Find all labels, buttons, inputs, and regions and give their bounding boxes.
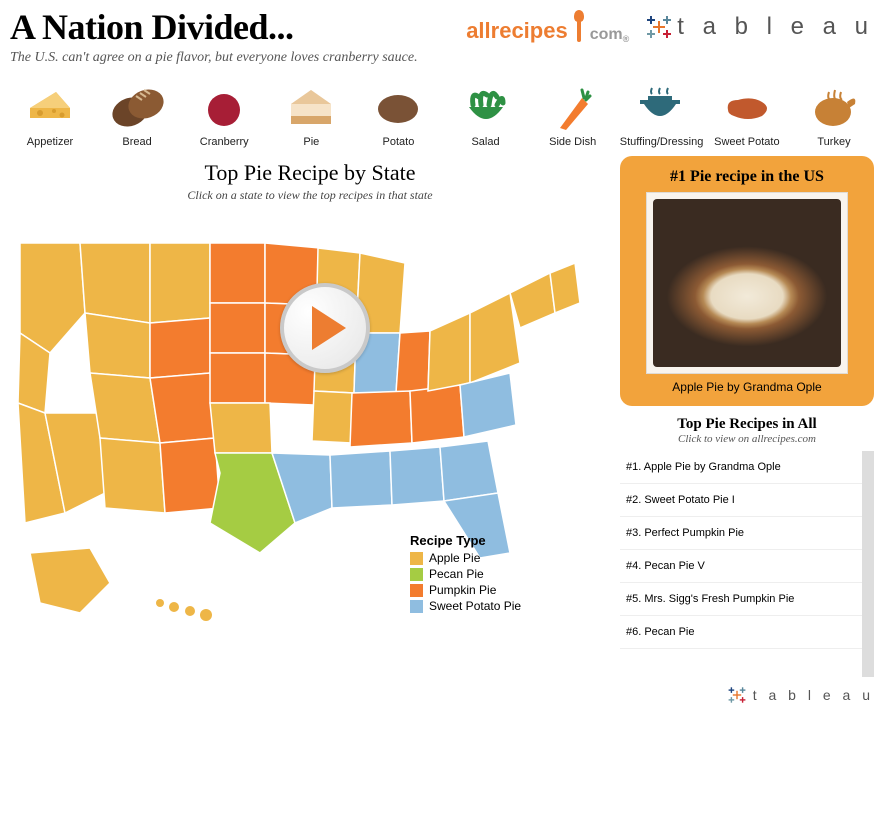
tableau-cross-icon [728,687,745,704]
turkey-icon [809,86,859,130]
category-stuffing[interactable]: Stuffing/Dressing [620,84,700,148]
category-side-dish[interactable]: Side Dish [533,84,613,148]
legend-item[interactable]: Pecan Pie [410,567,521,581]
legend-item[interactable]: Apple Pie [410,551,521,565]
category-appetizer[interactable]: Appetizer [10,84,90,148]
legend-item[interactable]: Sweet Potato Pie [410,599,521,613]
pie-icon [287,86,335,130]
tableau-logo: t a b l e a u [647,13,874,41]
play-button[interactable] [280,283,370,373]
legend-item[interactable]: Pumpkin Pie [410,583,521,597]
recipe-image[interactable] [646,192,848,374]
top-recipe-card: #1 Pie recipe in the US Apple Pie by Gra… [620,156,874,406]
spoon-icon [570,10,588,44]
list-title: Top Pie Recipes in All [620,416,874,433]
recipe-list[interactable]: #1. Apple Pie by Grandma Ople #2. Sweet … [620,451,874,677]
category-salad[interactable]: Salad [446,84,526,148]
list-item[interactable]: #3. Perfect Pumpkin Pie [620,517,862,550]
category-cranberry[interactable]: Cranberry [184,84,264,148]
category-pie[interactable]: Pie [271,84,351,148]
tableau-footer-logo[interactable]: t a b l e a u [0,681,884,709]
category-potato[interactable]: Potato [358,84,438,148]
sweet-potato-icon [722,92,772,124]
category-sweet-potato[interactable]: Sweet Potato [707,84,787,148]
list-subtitle: Click to view on allrecipes.com [620,433,874,445]
tableau-cross-icon [647,15,671,39]
map-subtitle: Click on a state to view the top recipes… [10,188,610,203]
cranberry-icon [204,88,244,128]
card-title: #1 Pie recipe in the US [632,168,862,186]
salad-icon [463,87,509,129]
card-caption: Apple Pie by Grandma Ople [632,380,862,394]
bread-icon [110,86,164,130]
potato-icon [374,89,422,127]
page-subtitle: The U.S. can't agree on a pie flavor, bu… [10,50,466,66]
carrot-icon [552,84,594,132]
category-turkey[interactable]: Turkey [794,84,874,148]
category-row: Appetizer Bread Cranberry Pie Potato Sal… [10,84,874,148]
map-title: Top Pie Recipe by State [10,160,610,186]
list-item[interactable]: #6. Pecan Pie [620,616,862,649]
list-item[interactable]: #4. Pecan Pie V [620,550,862,583]
list-item[interactable]: #5. Mrs. Sigg's Fresh Pumpkin Pie [620,583,862,616]
category-bread[interactable]: Bread [97,84,177,148]
cheese-icon [26,88,74,128]
list-item[interactable]: #2. Sweet Potato Pie I [620,484,862,517]
map-legend: Recipe Type Apple Pie Pecan Pie Pumpkin … [410,533,521,615]
allrecipes-logo: allrecipescom® [466,10,629,44]
page-title: A Nation Divided... [10,6,466,48]
pot-icon [634,86,686,130]
list-item[interactable]: #1. Apple Pie by Grandma Ople [620,451,862,484]
